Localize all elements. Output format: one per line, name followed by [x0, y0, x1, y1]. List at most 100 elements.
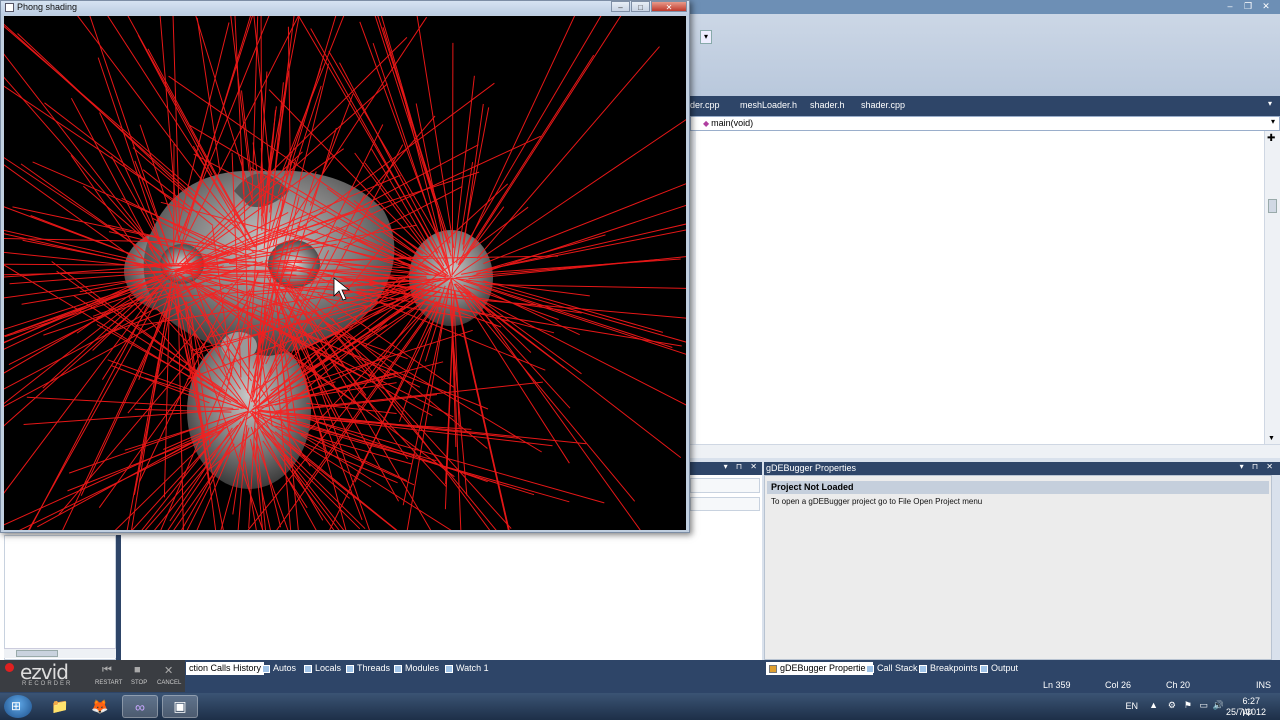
panel-controls[interactable]: ▾ ⊓ ✕	[1240, 462, 1276, 471]
tree-pane[interactable]	[4, 535, 116, 660]
volume-icon[interactable]: 🔊	[1213, 700, 1224, 711]
start-button[interactable]: ⊞	[4, 695, 32, 718]
breakpoints-icon	[919, 664, 927, 673]
tab-gdebugger-properties[interactable]: gDEBugger Properties	[766, 662, 874, 675]
project-status-heading: Project Not Loaded	[767, 481, 1269, 494]
tab-modules[interactable]: Modules	[394, 662, 439, 675]
show-hidden-icons-icon[interactable]: ▲	[1149, 700, 1158, 710]
restart-button[interactable]: RESTART	[95, 680, 122, 686]
stop-button[interactable]: STOP	[131, 680, 147, 686]
bottom-tool-tabs: ction Calls History Autos Locals Threads…	[0, 660, 1280, 676]
editor-margin	[690, 131, 696, 444]
taskbar-visual-studio[interactable]: ∞	[122, 695, 158, 718]
firefox-icon: 🦊	[91, 698, 109, 714]
gl-close-button[interactable]: ✕	[651, 1, 687, 12]
taskbar-firefox[interactable]: 🦊	[82, 695, 118, 718]
editor-vertical-scrollbar[interactable]: ✚ ▼	[1264, 131, 1280, 444]
code-editor[interactable]	[690, 131, 1264, 444]
normal-line	[291, 82, 495, 235]
editor-horizontal-scrollbar[interactable]	[690, 444, 1280, 458]
render-viewport[interactable]	[4, 16, 686, 530]
normal-line	[20, 163, 170, 270]
tab-der-cpp[interactable]: der.cpp	[690, 100, 720, 110]
normal-line	[451, 42, 454, 263]
panel-controls[interactable]: ▾ ⊓ ✕	[724, 462, 760, 471]
normal-line	[486, 223, 686, 271]
rendered-scene	[4, 16, 686, 530]
status-bar: Ln 359 Col 26 Ch 20 INS	[0, 676, 1280, 693]
gl-maximize-button[interactable]: □	[631, 1, 650, 12]
clock-date[interactable]: 25/7/2012	[1226, 707, 1266, 717]
function-icon: ◆	[703, 119, 710, 128]
normal-line	[275, 381, 543, 412]
normal-line	[468, 256, 686, 280]
normal-line	[304, 331, 447, 488]
stop-icon[interactable]: ■	[134, 664, 141, 676]
normal-line	[4, 76, 170, 267]
display-icon[interactable]: ▭	[1199, 700, 1208, 711]
normal-line	[4, 294, 144, 405]
tab-meshloader-h[interactable]: meshLoader.h	[740, 100, 797, 110]
status-line: Ln 359	[1043, 680, 1071, 690]
visual-studio-icon: ∞	[135, 698, 145, 715]
project-status-message: To open a gDEBugger project go to File O…	[771, 497, 983, 506]
tab-output[interactable]: Output	[980, 662, 1018, 675]
tab-breakpoints[interactable]: Breakpoints	[919, 662, 978, 675]
normal-line	[463, 16, 602, 250]
status-insert-mode: INS	[1256, 680, 1272, 690]
ezvid-subtitle: RECORDER	[22, 681, 73, 687]
tree-horizontal-scrollbar[interactable]	[4, 648, 116, 658]
console-window-icon: ▣	[173, 698, 187, 714]
ide-close-button[interactable]: ✕	[1258, 0, 1274, 12]
normal-lines	[4, 16, 686, 530]
normal-line	[483, 183, 686, 265]
scrollbar-thumb[interactable]	[16, 650, 58, 657]
tab-locals[interactable]: Locals	[304, 662, 341, 675]
normal-line	[453, 119, 686, 277]
threads-icon	[346, 664, 354, 673]
tab-shader-h[interactable]: shader.h	[810, 100, 845, 110]
normal-line	[476, 258, 681, 274]
watch-icon	[445, 664, 453, 673]
tab-shader-cpp[interactable]: shader.cpp	[861, 100, 905, 110]
gl-window-titlebar[interactable]: Phong shading – □ ✕	[1, 1, 689, 15]
tab-function-calls-history[interactable]: ction Calls History	[186, 662, 265, 675]
function-navigation-bar[interactable]: ◆ main(void) ▾	[690, 116, 1280, 131]
split-icon[interactable]: ✚	[1267, 133, 1275, 144]
locals-icon	[304, 664, 312, 673]
taskbar-explorer[interactable]: 📁	[42, 695, 78, 718]
debug-panel-header: ▾ ⊓ ✕	[690, 462, 762, 475]
tab-watch-1[interactable]: Watch 1	[445, 662, 489, 675]
normal-line	[62, 307, 168, 530]
scrollbar-thumb[interactable]	[1268, 199, 1277, 213]
scroll-down-icon[interactable]: ▼	[1268, 435, 1275, 442]
gl-minimize-button[interactable]: –	[611, 1, 630, 12]
tab-list-dropdown-icon[interactable]: ▾	[1268, 99, 1272, 108]
phong-shading-window: Phong shading – □ ✕	[0, 0, 690, 533]
restart-icon[interactable]: ⏮	[102, 664, 112, 677]
function-selector[interactable]: main(void)	[711, 118, 753, 128]
normal-line	[42, 275, 166, 389]
record-indicator-icon	[5, 663, 14, 672]
ide-minimize-button[interactable]: –	[1222, 0, 1238, 12]
normal-line	[80, 310, 168, 496]
list-item[interactable]	[690, 478, 760, 493]
pane-splitter[interactable]	[116, 535, 121, 660]
tab-threads[interactable]: Threads	[346, 662, 390, 675]
gdebugger-icon	[769, 664, 777, 673]
status-char: Ch 20	[1166, 680, 1191, 690]
output-icon	[980, 664, 988, 673]
taskbar-console-app[interactable]: ▣	[162, 695, 198, 718]
network-icon[interactable]: ⚙	[1168, 700, 1176, 711]
cancel-button[interactable]: CANCEL	[157, 680, 181, 686]
action-center-flag-icon[interactable]: ⚑	[1184, 700, 1192, 711]
language-indicator[interactable]: EN	[1125, 701, 1138, 711]
ide-restore-button[interactable]: ❐	[1240, 0, 1256, 12]
tab-call-stack[interactable]: Call Stack	[866, 662, 918, 675]
chevron-down-icon[interactable]: ▾	[1271, 117, 1275, 126]
toolbar-dropdown-button[interactable]: ▾	[700, 30, 712, 44]
cancel-icon[interactable]: ✕	[164, 664, 173, 677]
list-item[interactable]	[690, 497, 760, 511]
tab-autos[interactable]: Autos	[262, 662, 296, 675]
status-column: Col 26	[1105, 680, 1132, 690]
